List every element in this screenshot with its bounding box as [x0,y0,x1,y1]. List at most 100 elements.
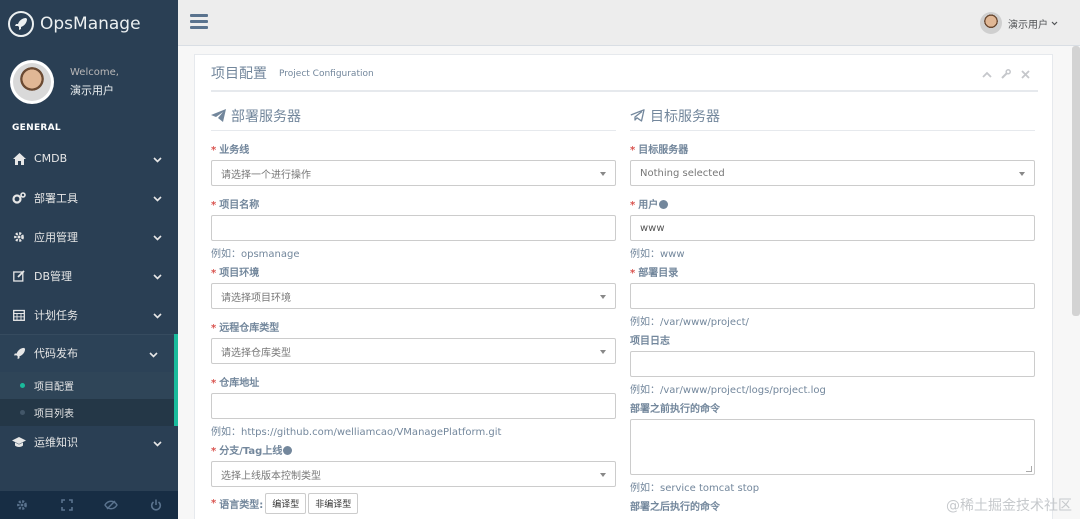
sidebar-item-scheduled-tasks[interactable]: 计划任务 [0,295,178,334]
business-select[interactable]: 请选择一个进行操作 [211,160,616,186]
profile: Welcome, 演示用户 [0,47,178,117]
caret-down-icon [600,473,606,477]
sidebar-item-db-management[interactable]: DB管理 [0,256,178,295]
resize-handle-icon[interactable] [1026,466,1032,472]
target-server-column: 目标服务器 * 目标服务器 Nothing selected * 用户 www 例如… [630,101,1035,514]
close-icon[interactable] [1020,69,1030,79]
sidebar-item-app-management[interactable]: 应用管理 [0,217,178,256]
lang-type-row: * 语言类型: 编译型 非编译型 [211,493,616,514]
deploy-server-column: 部署服务器 * 业务线 请选择一个进行操作 * 项目名称 例如：opsmanage … [211,101,616,514]
chevron-down-icon [149,348,158,361]
user-help: 例如：www [630,249,685,260]
sidebar-item-label: 部署工具 [34,191,78,205]
brand[interactable]: OpsManage [0,0,178,47]
lang-type-label: 语言类型: [219,500,264,511]
home-icon [12,152,26,166]
business-label: * 业务线 [211,145,250,156]
settings-icon[interactable] [0,491,44,519]
deploy-dir-label: * 部署目录 [630,268,679,279]
project-name-label: * 项目名称 [211,200,260,211]
user-menu-name: 演示用户 [1008,19,1048,31]
scrollbar[interactable] [1072,46,1080,316]
profile-name: 演示用户 [70,84,114,97]
cogs-icon [12,191,26,205]
menu-section-title: GENERAL [12,123,61,133]
project-name-help: 例如：opsmanage [211,249,300,260]
pre-cmd-help: 例如：service tomcat stop [630,483,760,494]
sidebar-item-code-release[interactable]: 代码发布 [0,334,178,372]
submenu-code-release: 项目配置 项目列表 [0,372,178,426]
branch-select[interactable]: 选择上线版本控制类型 [211,461,616,487]
rocket-icon [8,10,34,37]
panel-tools [982,69,1030,79]
sidebar-item-ops-knowledge[interactable]: 运维知识 [0,426,178,458]
env-label: * 项目环境 [211,268,260,279]
brand-name: OpsManage [40,13,141,34]
repo-type-select[interactable]: 请选择仓库类型 [211,338,616,364]
project-name-input[interactable] [211,215,616,241]
repo-url-help: 例如：https://github.com/welliamcao/VManage… [211,427,502,438]
info-icon [659,200,669,209]
chevron-down-icon [153,270,162,283]
caret-down-icon [600,350,606,354]
chevron-down-icon [153,153,162,166]
pre-cmd-label: 部署之前执行的命令 [630,404,720,415]
graduation-cap-icon [12,435,26,449]
section-heading: 部署服务器 [211,101,616,131]
paper-plane-outline-icon [630,108,646,123]
repo-type-label: * 远程仓库类型 [211,323,280,334]
sidebar-item-cmdb[interactable]: CMDB [0,139,178,178]
project-config-panel: 项目配置 Project Configuration 部署服务器 * 业务线 请选… [194,54,1053,519]
edit-icon [12,269,26,283]
deploy-dir-help: 例如：/var/www/project/ [630,317,749,328]
collapse-icon[interactable] [982,69,992,79]
info-icon [283,446,293,455]
chevron-down-icon [153,309,162,322]
sidebar-subitem-project-list[interactable]: 项目列表 [0,399,174,426]
sidebar-item-label: 应用管理 [34,230,78,244]
target-server-label: * 目标服务器 [630,145,689,156]
project-log-help: 例如：/var/www/project/logs/project.log [630,385,826,396]
rocket-icon [12,346,26,360]
sidebar-footer [0,491,178,519]
user-menu[interactable]: 演示用户 [980,12,1058,34]
section-heading: 目标服务器 [630,101,1035,131]
panel-header: 项目配置 Project Configuration [211,55,1038,92]
caret-down-icon [600,295,606,299]
caret-down-icon [600,172,606,176]
repo-url-label: * 仓库地址 [211,378,260,389]
gear-icon [12,230,26,244]
sidebar-item-label: DB管理 [34,269,73,283]
sidebar-item-label: 代码发布 [34,347,78,360]
pre-cmd-textarea[interactable] [630,419,1035,475]
project-log-input[interactable] [630,351,1035,377]
welcome-text: Welcome, [70,67,119,78]
chevron-down-icon [153,437,162,450]
page-title: 项目配置 [211,65,267,82]
sidebar-item-label: 运维知识 [34,436,78,449]
user-label: * 用户 [630,196,1035,212]
compiled-button[interactable]: 编译型 [265,493,307,514]
menu-toggle-icon[interactable] [190,14,208,30]
power-icon[interactable] [134,491,178,519]
deploy-dir-input[interactable] [630,283,1035,309]
user-input[interactable]: www [630,215,1035,241]
calendar-icon [12,308,26,322]
page-subtitle: Project Configuration [279,68,374,79]
sidebar-item-label: CMDB [34,152,68,165]
non-compiled-button[interactable]: 非编译型 [308,493,359,514]
target-server-select[interactable]: Nothing selected [630,160,1035,186]
eye-slash-icon[interactable] [89,491,133,519]
fullscreen-icon[interactable] [45,491,89,519]
top-nav: 演示用户 [178,0,1080,46]
caret-down-icon [1019,172,1025,176]
project-log-label: 项目日志 [630,336,670,347]
env-select[interactable]: 请选择项目环境 [211,283,616,309]
repo-url-input[interactable] [211,393,616,419]
sidebar-item-deploy-tools[interactable]: 部署工具 [0,178,178,217]
avatar [10,60,54,104]
wrench-icon[interactable] [1001,69,1011,79]
sidebar-subitem-project-config[interactable]: 项目配置 [0,372,174,399]
chevron-down-icon [153,192,162,205]
avatar [980,12,1002,34]
